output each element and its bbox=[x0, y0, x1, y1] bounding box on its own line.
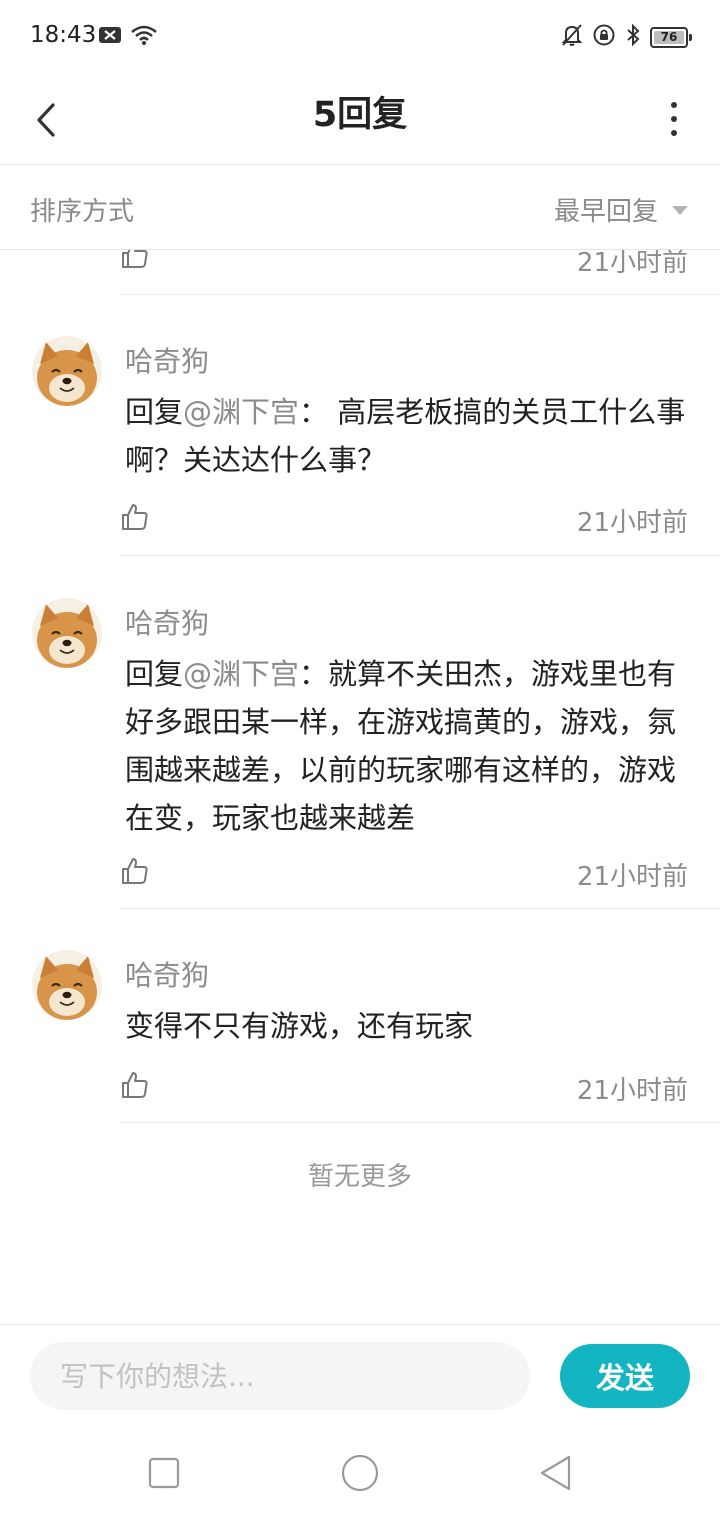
comment-time: 21小时前 bbox=[576, 508, 688, 538]
comment-author[interactable]: 哈奇狗 bbox=[125, 340, 209, 380]
wifi-icon bbox=[130, 24, 158, 50]
caret-down-icon bbox=[672, 206, 688, 215]
comment-author[interactable]: 哈奇狗 bbox=[125, 602, 209, 642]
battery-level: 76 bbox=[654, 30, 684, 44]
like-button[interactable] bbox=[120, 1070, 152, 1102]
mention-link[interactable]: @渊下宫 bbox=[183, 657, 299, 691]
back-nav-button[interactable] bbox=[531, 1448, 581, 1498]
like-button[interactable] bbox=[120, 856, 152, 888]
sort-label: 排序方式 bbox=[30, 197, 135, 227]
reply-prefix: 回复 bbox=[125, 395, 184, 429]
comment-time: 21小时前 bbox=[576, 1076, 688, 1106]
square-icon bbox=[148, 1457, 180, 1489]
sort-dropdown[interactable]: 最早回复 bbox=[554, 191, 688, 228]
title-bar: 5回复 bbox=[0, 76, 720, 165]
sort-bar: 排序方式 最早回复 bbox=[0, 165, 720, 250]
more-dots-icon bbox=[671, 102, 677, 108]
triangle-back-icon bbox=[540, 1455, 571, 1491]
no-more-text: 暂无更多 bbox=[307, 1162, 412, 1192]
reply-input[interactable] bbox=[30, 1342, 530, 1410]
reply-input-bar: 发送 bbox=[0, 1324, 720, 1427]
comment-text: 变得不只有游戏，还有玩家 bbox=[125, 1002, 688, 1050]
comment-author[interactable]: 哈奇狗 bbox=[125, 954, 209, 994]
comment-body: 变得不只有游戏，还有玩家 bbox=[125, 1009, 474, 1043]
comment-text: 回复@渊下宫：就算不关田杰，游戏里也有好多跟田某一样，在游戏搞黄的，游戏，氛围越… bbox=[125, 650, 688, 842]
comment-time: 21小时前 bbox=[576, 862, 688, 892]
recent-apps-button[interactable] bbox=[139, 1448, 189, 1498]
reply-prefix: 回复 bbox=[125, 657, 184, 691]
like-button[interactable] bbox=[120, 502, 152, 534]
rotation-lock-icon bbox=[592, 23, 616, 51]
thumbs-up-icon bbox=[122, 504, 148, 530]
home-button[interactable] bbox=[335, 1448, 385, 1498]
mute-bell-icon bbox=[561, 23, 583, 51]
avatar[interactable] bbox=[32, 598, 102, 668]
like-button[interactable] bbox=[120, 250, 152, 272]
circle-icon bbox=[341, 1454, 379, 1492]
thumbs-up-icon bbox=[122, 858, 148, 884]
mention-link[interactable]: @渊下宫 bbox=[183, 395, 299, 429]
sort-value: 最早回复 bbox=[553, 197, 658, 227]
page-title: 5回复 bbox=[312, 95, 408, 135]
comment-text: 回复@渊下宫： 高层老板搞的关员工什么事啊？关达达什么事？ bbox=[125, 388, 688, 484]
system-nav-bar bbox=[0, 1426, 720, 1520]
bluetooth-icon bbox=[625, 23, 641, 51]
comment-time: 21小时前 bbox=[576, 250, 688, 278]
battery-icon: 76 bbox=[650, 26, 692, 48]
send-button[interactable]: 发送 bbox=[560, 1344, 690, 1408]
status-time: 18:43 bbox=[30, 22, 97, 48]
notification-icon bbox=[98, 26, 122, 48]
reply-list[interactable]: 21小时前 哈奇狗 回复@渊下宫： 高层老板搞的关员工什么事啊？关达达什么事？ … bbox=[0, 250, 720, 1324]
thumbs-up-icon bbox=[122, 1072, 148, 1098]
more-options-button[interactable] bbox=[662, 94, 686, 144]
status-bar: 18:43 76 bbox=[0, 0, 720, 76]
thumbs-up-icon bbox=[122, 250, 148, 268]
avatar[interactable] bbox=[32, 336, 102, 406]
avatar[interactable] bbox=[32, 950, 102, 1020]
